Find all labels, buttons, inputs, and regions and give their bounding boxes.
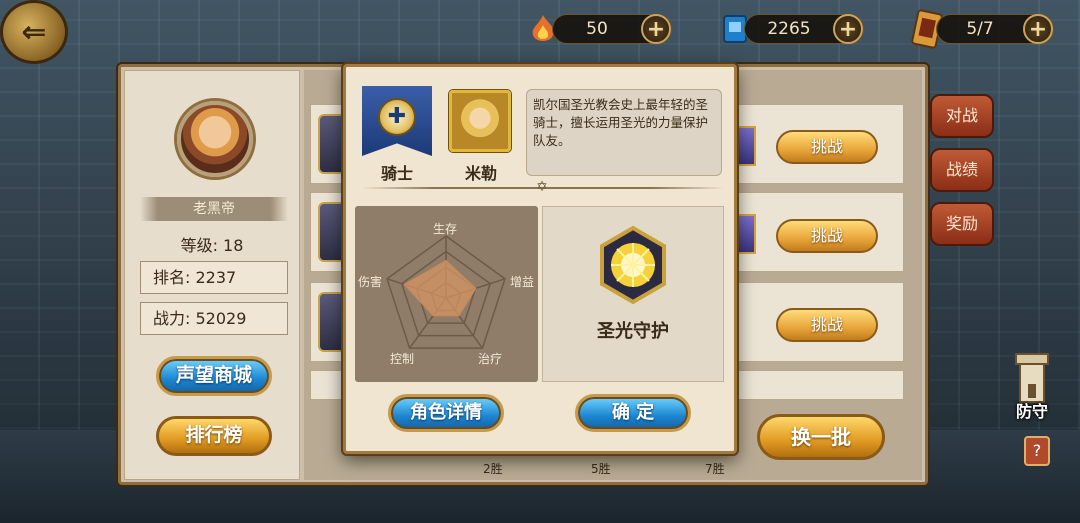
challenge-button[interactable]: 挑战: [776, 308, 878, 342]
radar-axis-label: 生存: [433, 222, 458, 236]
radar-axis-label: 治疗: [478, 352, 503, 366]
back-button[interactable]: ⇐: [0, 0, 68, 64]
star-ornament-icon: ✡: [536, 179, 548, 195]
tab-records[interactable]: 战绩: [930, 148, 994, 192]
player-level: 等级: 18: [180, 236, 244, 255]
add-ticket-button[interactable]: +: [1023, 14, 1053, 44]
tab-battle[interactable]: 对战: [930, 94, 994, 138]
win-milestone-7: 7胜: [705, 462, 725, 476]
challenge-button[interactable]: 挑战: [776, 219, 878, 253]
add-flame-button[interactable]: +: [641, 14, 671, 44]
win-milestone-5: 5胜: [591, 462, 611, 476]
help-icon[interactable]: ?: [1024, 436, 1050, 466]
resource-book-value: 2265: [767, 19, 811, 39]
resource-ticket: 5/7 +: [936, 14, 1054, 44]
hero-details-button[interactable]: 角色详情: [388, 394, 504, 432]
hero-class: 骑士: [380, 164, 413, 183]
player-power: 战力: 52029: [140, 302, 288, 335]
back-arrow-icon: ⇐: [21, 14, 47, 50]
hero-portrait: [449, 90, 511, 152]
resource-book: 2265 +: [744, 14, 864, 44]
player-name: 老黑帝: [140, 197, 288, 221]
confirm-button[interactable]: 确 定: [575, 394, 691, 432]
cross-shield-icon: ✚: [378, 98, 416, 136]
radar-axis-label: 增益: [510, 275, 535, 289]
skill-name: 圣光守护: [597, 321, 669, 342]
player-rank: 排名: 2237: [140, 261, 288, 294]
radar-axis-label: 伤害: [358, 275, 383, 289]
radar-axis-label: 控制: [390, 352, 415, 366]
radar-value-area: [403, 259, 477, 317]
defense-button[interactable]: 防守: [1002, 398, 1062, 422]
resource-flame: 50 +: [552, 14, 672, 44]
add-book-button[interactable]: +: [833, 14, 863, 44]
holy-light-skill-icon[interactable]: [598, 225, 668, 305]
hero-description: 凯尔国圣光教会史上最年轻的圣骑士，擅长运用圣光的力量保护队友。: [526, 89, 722, 176]
resource-ticket-value: 5/7: [966, 19, 994, 39]
challenge-button[interactable]: 挑战: [776, 130, 878, 164]
tab-rewards[interactable]: 奖励: [930, 202, 994, 246]
win-milestone-2: 2胜: [483, 462, 503, 476]
hero-name: 米勒: [464, 164, 497, 183]
prestige-shop-button[interactable]: 声望商城: [156, 356, 272, 396]
resource-flame-value: 50: [586, 19, 608, 39]
leaderboard-button[interactable]: 排行榜: [156, 416, 272, 456]
refresh-opponents-button[interactable]: 换一批: [757, 414, 885, 460]
player-avatar[interactable]: [177, 101, 253, 177]
